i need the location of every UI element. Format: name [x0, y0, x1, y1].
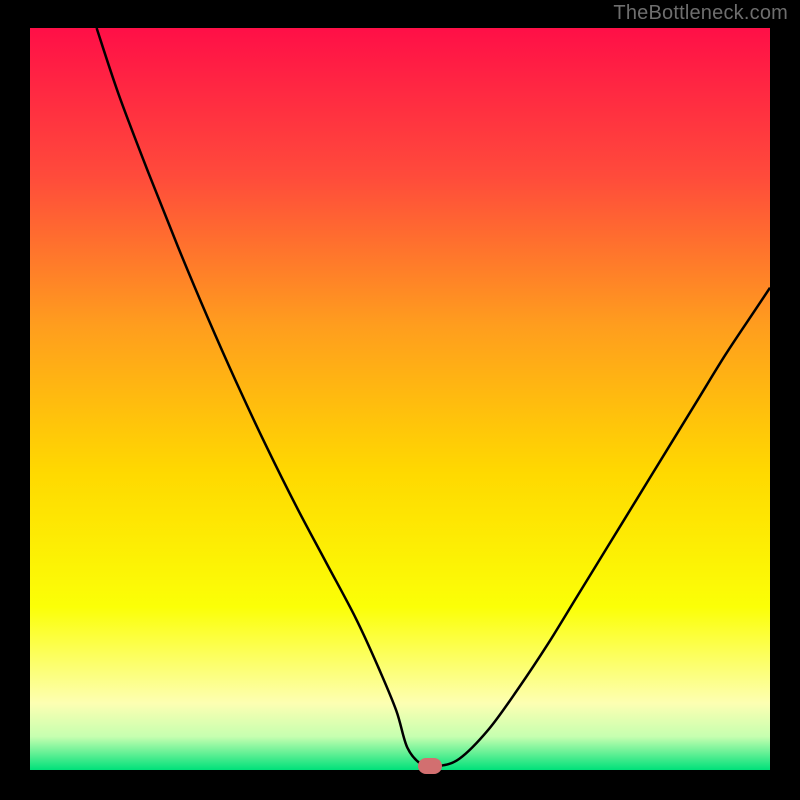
bottleneck-chart-svg — [30, 28, 770, 770]
chart-frame: TheBottleneck.com — [0, 0, 800, 800]
plot-area — [30, 28, 770, 770]
watermark-text: TheBottleneck.com — [613, 2, 788, 25]
minimum-marker — [418, 758, 442, 774]
gradient-background — [30, 28, 770, 770]
